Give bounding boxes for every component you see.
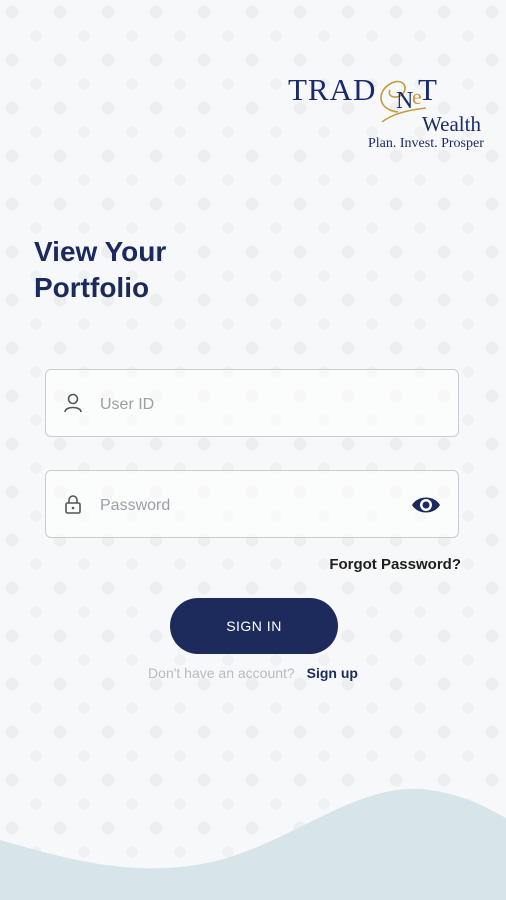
forgot-password-link[interactable]: Forgot Password? <box>329 556 461 573</box>
password-field[interactable] <box>45 470 459 538</box>
eye-icon[interactable] <box>410 491 442 519</box>
logo-wordmark-end: T <box>418 72 437 107</box>
signup-link[interactable]: Sign up <box>307 665 358 681</box>
svg-text:N: N <box>396 88 413 114</box>
sign-in-button[interactable]: SIGN IN <box>170 598 338 654</box>
page-title: View Your Portfolio <box>34 234 166 306</box>
password-input[interactable] <box>98 491 402 521</box>
signup-prompt: Don't have an account? <box>148 665 295 681</box>
logo-wealth-text: Wealth <box>422 112 481 136</box>
user-id-field[interactable] <box>45 369 459 437</box>
page-title-line2: Portfolio <box>34 272 150 303</box>
signup-row: Don't have an account? Sign up <box>0 665 506 681</box>
user-id-input[interactable] <box>98 390 402 420</box>
logo-wordmark: TRAD <box>288 72 377 107</box>
bottom-wave <box>0 788 506 900</box>
logo-tagline: Plan. Invest. Prosper <box>368 136 484 151</box>
user-icon <box>64 393 82 413</box>
lock-icon <box>65 495 81 514</box>
tradenet-wealth-logo: TRAD N e T Wealth Plan. Invest. Prosper <box>286 72 496 154</box>
page-title-line1: View Your <box>34 236 167 267</box>
